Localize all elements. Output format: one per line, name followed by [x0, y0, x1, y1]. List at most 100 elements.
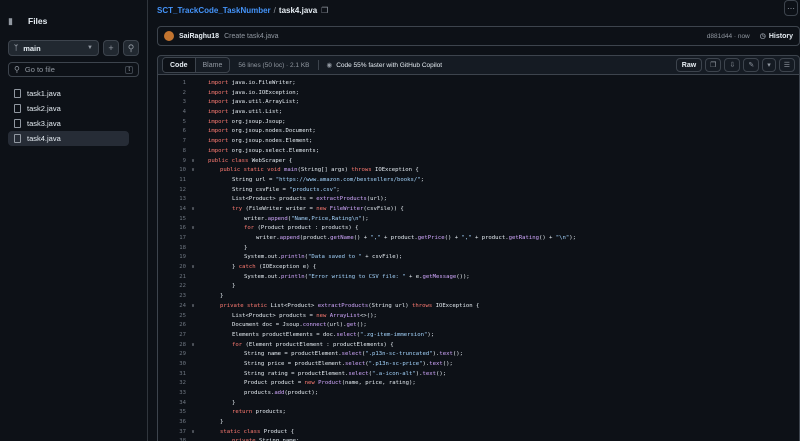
line-number[interactable]: 35 [158, 408, 186, 418]
code-text: String rating = productElement.select(".… [244, 370, 447, 377]
line-number[interactable]: 22 [158, 282, 186, 292]
code-text: import java.io.FileWriter; [208, 80, 296, 86]
code-text: import java.util.List; [208, 109, 283, 116]
add-file-button[interactable]: + [103, 40, 119, 56]
file-item-task4[interactable]: task4.java [8, 131, 129, 146]
line-number[interactable]: 30 [158, 360, 186, 370]
breadcrumb-repo-link[interactable]: SCT_TrackCode_TaskNumber [157, 6, 271, 15]
fold-chevron-icon[interactable]: ∨ [186, 428, 200, 438]
line-number[interactable]: 36 [158, 418, 186, 428]
code-line: 18} [158, 244, 799, 254]
tab-blame[interactable]: Blame [196, 58, 230, 72]
tab-code[interactable]: Code [163, 58, 196, 72]
code-line: 10 ∨ public static void main(String[] args… [158, 166, 799, 176]
fold-gutter [186, 379, 200, 389]
code-line: 12 String csvFile = "products.csv"; [158, 186, 799, 196]
search-files-button[interactable]: ⚲ [123, 40, 139, 56]
line-number[interactable]: 33 [158, 389, 186, 399]
more-options-button[interactable]: ⋯ [784, 0, 798, 16]
line-number[interactable]: 21 [158, 273, 186, 283]
line-number[interactable]: 4 [158, 108, 186, 118]
symbols-button[interactable]: ☰ [778, 58, 795, 72]
file-item-task1[interactable]: task1.java [8, 86, 129, 101]
line-number[interactable]: 10 [158, 166, 186, 176]
line-number[interactable]: 34 [158, 399, 186, 409]
fold-gutter [186, 389, 200, 399]
line-number[interactable]: 31 [158, 370, 186, 380]
line-number[interactable]: 23 [158, 292, 186, 302]
line-number[interactable]: 37 [158, 428, 186, 438]
line-number[interactable]: 7 [158, 137, 186, 147]
code-text: } [232, 283, 236, 290]
line-number[interactable]: 16 [158, 224, 186, 234]
copilot-promo[interactable]: ◉ Code 55% faster with GitHub Copilot [327, 61, 443, 70]
line-number[interactable]: 18 [158, 244, 186, 254]
line-number[interactable]: 27 [158, 331, 186, 341]
code-line: 9 ∨ public class WebScraper { [158, 157, 799, 167]
edit-options-button[interactable]: ▾ [762, 58, 776, 72]
line-number[interactable]: 9 [158, 157, 186, 167]
toolbar-actions: Raw ❐ ⇩ ✎ ▾ ☰ [675, 58, 795, 72]
line-number[interactable]: 24 [158, 302, 186, 312]
code-line: 4 import java.util.List; [158, 108, 799, 118]
avatar[interactable] [164, 31, 174, 41]
code-line: 11 String url = "https://www.amazon.com/b… [158, 176, 799, 186]
code-text: public class WebScraper { [208, 157, 293, 164]
file-name: task3.java [27, 119, 61, 128]
line-number[interactable]: 17 [158, 234, 186, 244]
line-number[interactable]: 32 [158, 379, 186, 389]
collapse-sidebar-icon[interactable]: ▮ [8, 16, 22, 27]
fold-gutter [186, 234, 200, 244]
line-number[interactable]: 11 [158, 176, 186, 186]
fold-chevron-icon[interactable]: ∨ [186, 302, 200, 312]
line-number[interactable]: 3 [158, 98, 186, 108]
code-text: String name = productElement.select(".p1… [244, 351, 463, 358]
line-number[interactable]: 8 [158, 147, 186, 157]
code-text: Document doc = Jsoup.connect(url).get(); [232, 322, 367, 329]
copy-raw-button[interactable]: ❐ [705, 58, 722, 72]
history-button[interactable]: ◷ History [760, 32, 793, 41]
line-number[interactable]: 38 [158, 437, 186, 441]
line-number[interactable]: 6 [158, 127, 186, 137]
fold-chevron-icon[interactable]: ∨ [186, 341, 200, 351]
commit-hash-time[interactable]: d881d44 · now [707, 33, 750, 40]
line-number[interactable]: 29 [158, 350, 186, 360]
fold-gutter [186, 147, 200, 157]
go-to-file-input[interactable]: ⚲ Go to file t [8, 62, 139, 77]
line-number[interactable]: 1 [158, 79, 186, 89]
code-text: try (FileWriter writer = new FileWriter(… [232, 205, 404, 212]
line-number[interactable]: 2 [158, 89, 186, 99]
edit-button[interactable]: ✎ [743, 58, 760, 72]
branch-selector[interactable]: ᛉ main ▼ [8, 40, 99, 56]
line-number[interactable]: 5 [158, 118, 186, 128]
code-text: writer.append(product.getName() + "," + … [256, 235, 577, 241]
code-text: import java.io.IOException; [208, 89, 299, 96]
line-number[interactable]: 14 [158, 205, 186, 215]
line-number[interactable]: 13 [158, 195, 186, 205]
file-item-task2[interactable]: task2.java [8, 101, 129, 116]
line-number[interactable]: 19 [158, 253, 186, 263]
download-button[interactable]: ⇩ [724, 58, 741, 72]
copy-path-icon[interactable]: ❐ [321, 6, 328, 15]
line-number[interactable]: 15 [158, 215, 186, 225]
commit-author[interactable]: SaiRaghu18 [179, 33, 219, 40]
fold-chevron-icon[interactable]: ∨ [186, 205, 200, 215]
fold-chevron-icon[interactable]: ∨ [186, 166, 200, 176]
line-number[interactable]: 25 [158, 312, 186, 322]
commit-message[interactable]: Create task4.java [224, 33, 278, 40]
line-number[interactable]: 20 [158, 263, 186, 273]
breadcrumb: SCT_TrackCode_TaskNumber / task4.java ❐ [157, 6, 328, 15]
file-item-task3[interactable]: task3.java [8, 116, 129, 131]
chevron-down-icon: ▾ [767, 62, 771, 69]
line-number[interactable]: 12 [158, 186, 186, 196]
line-number[interactable]: 26 [158, 321, 186, 331]
fold-chevron-icon[interactable]: ∨ [186, 157, 200, 167]
code-line: 22} [158, 282, 799, 292]
raw-button[interactable]: Raw [675, 58, 703, 72]
code-viewer[interactable]: 1 import java.io.FileWriter; 2 import java.… [157, 75, 800, 441]
line-number[interactable]: 28 [158, 341, 186, 351]
fold-chevron-icon[interactable]: ∨ [186, 224, 200, 234]
fold-gutter [186, 350, 200, 360]
fold-chevron-icon[interactable]: ∨ [186, 263, 200, 273]
branch-row: ᛉ main ▼ + ⚲ [8, 40, 139, 56]
